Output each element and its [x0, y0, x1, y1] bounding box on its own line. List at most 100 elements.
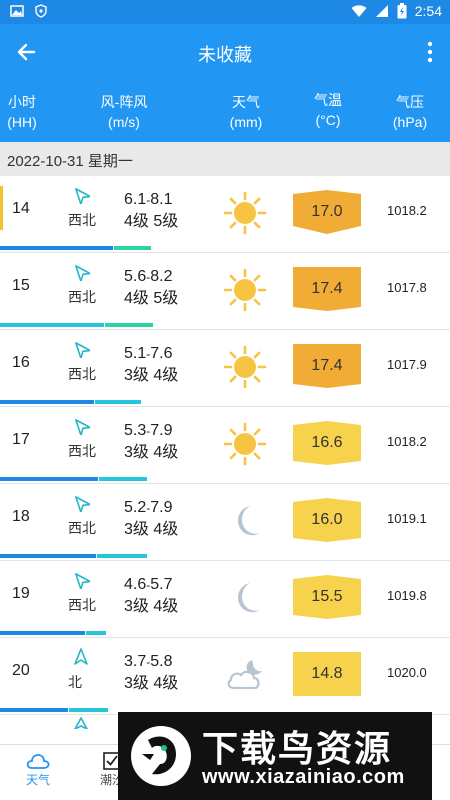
weather-icon: [222, 190, 268, 236]
more-menu-icon[interactable]: [420, 38, 440, 66]
hour-row[interactable]: 17 西北 5.3-7.9 3级 4级 16.6 1018.2: [0, 407, 450, 484]
wind-speed-bar: [0, 477, 98, 481]
weather-icon: [222, 421, 268, 467]
wifi-icon: [351, 5, 367, 17]
wind-speed-bar: [0, 631, 85, 635]
wind-speed-bar: [0, 708, 68, 712]
moon-icon: [238, 583, 260, 613]
gust-bar: [114, 246, 151, 250]
gust-value: 5.7: [150, 576, 173, 593]
column-temp[interactable]: 气温 (°C): [306, 90, 350, 130]
hour-label: 17: [12, 431, 30, 448]
temperature-value: 14.8: [311, 665, 343, 682]
temperature-value: 17.4: [311, 357, 343, 374]
wind-value: 3.7: [124, 653, 147, 670]
wind-speed: 5.3-7.9 3级 4级: [124, 420, 178, 464]
hour-label: 16: [12, 354, 30, 371]
hour-label: 18: [12, 508, 30, 525]
wind-speed-bar: [0, 554, 96, 558]
wind-level: 4级 5级: [124, 213, 179, 230]
wind-level: 3级 4级: [124, 598, 179, 615]
wind-direction-icon: [75, 342, 90, 358]
pressure-value: 1017.9: [387, 357, 427, 372]
wind-speed-bar: [0, 323, 104, 327]
signal-icon: [375, 5, 388, 17]
hour-row[interactable]: 16 西北 5.1-7.6 3级 4级 17.4 1017.9: [0, 330, 450, 407]
wind-direction-icon: [75, 573, 90, 589]
column-wind[interactable]: 风-阵风 (m/s): [92, 92, 156, 132]
watermark-banner: 下载鸟资源 www.xiazainiao.com: [118, 712, 432, 800]
gust-bar: [97, 554, 147, 558]
weather-icon: [222, 498, 268, 544]
column-hour-unit: (HH): [7, 114, 37, 130]
watermark-url: www.xiazainiao.com: [202, 766, 405, 788]
gust-value: 7.9: [150, 422, 173, 439]
hour-row[interactable]: 18 西北 5.2-7.9 3级 4级 16.0 1019.1: [0, 484, 450, 561]
column-header: 小时 (HH) 风-阵风 (m/s) 天气 (mm) 气温 (°C) 气压 (h…: [0, 80, 450, 142]
temperature-value: 15.5: [311, 588, 343, 605]
wind-level: 3级 4级: [124, 521, 179, 538]
wind-direction-label: 西北: [68, 597, 96, 613]
wind-speed: 6.1-8.1 4级 5级: [124, 189, 178, 233]
column-hour[interactable]: 小时 (HH): [6, 92, 38, 132]
pressure-value: 1019.1: [387, 511, 427, 526]
wind-direction-label: 西北: [68, 212, 96, 228]
hour-row[interactable]: 15 西北 5.6-8.2 4级 5级 17.4 1017.8: [0, 253, 450, 330]
hour-label: 19: [12, 585, 30, 602]
hour-label: 15: [12, 277, 30, 294]
wind-direction-icon: [74, 717, 88, 729]
gust-bar: [95, 400, 141, 404]
sun-icon: [223, 191, 267, 235]
temperature-badge: 15.5: [293, 575, 361, 619]
wind-level: 3级 4级: [124, 367, 179, 384]
weather-icon: [222, 575, 268, 621]
temperature-value: 16.0: [311, 511, 343, 528]
column-pressure[interactable]: 气压 (hPa): [388, 92, 432, 132]
wind-speed: 5.1-7.6 3级 4级: [124, 343, 178, 387]
wind-direction-label: 西北: [68, 289, 96, 305]
wind-speed-bar: [0, 400, 94, 404]
temperature-badge: 16.0: [293, 498, 361, 542]
wind-speed-bar: [0, 246, 113, 250]
wind-speed: 5.2-7.9 3级 4级: [124, 497, 178, 541]
sun-icon: [223, 345, 267, 389]
wind-value: 6.1: [124, 191, 147, 208]
wind-value: 5.6: [124, 268, 147, 285]
date-header: 2022-10-31 星期一: [0, 142, 450, 176]
hour-row[interactable]: 19 西北 4.6-5.7 3级 4级 15.5 1019.8: [0, 561, 450, 638]
hour-row[interactable]: 20 北 3.7-5.8 3级 4级 14.8 1020.0: [0, 638, 450, 715]
cloudy-night-icon: [227, 660, 262, 690]
gust-value: 7.6: [150, 345, 173, 362]
gust-value: 8.2: [150, 268, 173, 285]
app-bar: 未收藏: [0, 24, 450, 80]
pressure-value: 1020.0: [387, 665, 427, 680]
status-time: 2:54: [414, 3, 442, 19]
wind-value: 5.1: [124, 345, 147, 362]
temperature-badge: 16.6: [293, 421, 361, 465]
wind-direction-label: 西北: [68, 366, 96, 382]
battery-icon: [397, 3, 407, 19]
page-title: 未收藏: [198, 45, 252, 65]
column-pressure-label: 气压: [396, 94, 424, 110]
wind-direction-label: 北: [68, 674, 82, 690]
wind-speed: 4.6-5.7 3级 4级: [124, 574, 178, 618]
weather-icon: [222, 652, 268, 698]
selected-indicator: [0, 186, 3, 230]
column-temp-label: 气温: [314, 92, 342, 108]
status-bar: 2:54: [0, 0, 450, 24]
wind-level: 4级 5级: [124, 290, 179, 307]
wind-value: 5.3: [124, 422, 147, 439]
pressure-value: 1018.2: [387, 434, 427, 449]
wind-direction-label: 西北: [68, 520, 96, 536]
sun-icon: [223, 422, 267, 466]
hour-label: 20: [12, 662, 30, 679]
nav-tab-weather[interactable]: 天气: [8, 751, 68, 788]
image-icon: [10, 5, 24, 17]
column-wind-label: 风-阵风: [100, 94, 148, 110]
gust-value: 7.9: [150, 499, 173, 516]
wind-direction-label: 西北: [68, 443, 96, 459]
column-weather[interactable]: 天气 (mm): [222, 92, 270, 132]
hour-row[interactable]: 14 西北 6.1-8.1 4级 5级 17.0 1018.2: [0, 176, 450, 253]
cloud-icon: [26, 754, 50, 769]
column-weather-label: 天气: [232, 94, 260, 110]
